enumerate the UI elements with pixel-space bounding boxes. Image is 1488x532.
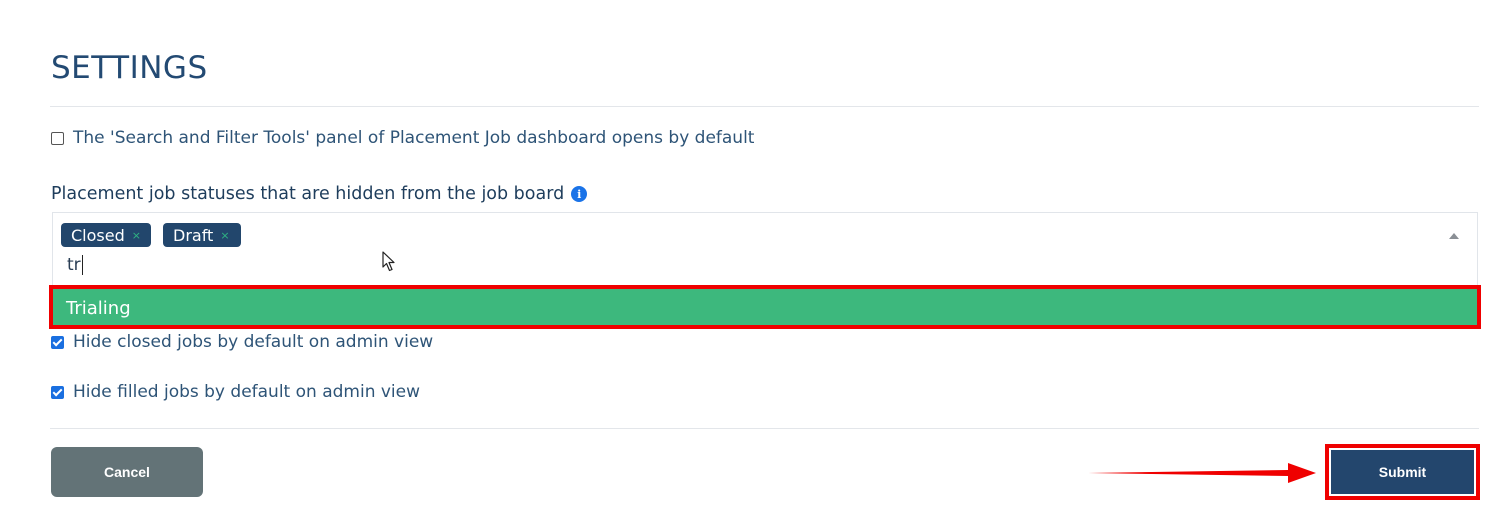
submit-button[interactable]: Submit <box>1331 450 1474 494</box>
hide-closed-checkbox[interactable] <box>51 335 64 349</box>
multiselect-search-input[interactable]: tr <box>67 255 83 275</box>
hide-filled-label: Hide filled jobs by default on admin vie… <box>73 382 421 402</box>
dropdown-option-label: Trialing <box>66 298 131 319</box>
dropdown-option-trialing[interactable]: Trialing <box>49 285 1481 329</box>
search-panel-default-checkbox[interactable] <box>51 131 64 145</box>
hidden-statuses-field: Placement job statuses that are hidden f… <box>51 184 588 204</box>
search-panel-default-option[interactable]: The 'Search and Filter Tools' panel of P… <box>51 128 754 148</box>
text-caret <box>81 255 83 275</box>
status-chip-draft: Draft × <box>163 223 241 247</box>
page-title: SETTINGS <box>51 50 208 86</box>
hidden-statuses-label: Placement job statuses that are hidden f… <box>51 184 565 204</box>
search-input-value: tr <box>67 255 81 275</box>
chevron-up-icon[interactable] <box>1449 233 1459 239</box>
mouse-pointer-icon <box>382 251 395 272</box>
hide-filled-checkbox[interactable] <box>51 385 64 399</box>
status-chip-closed: Closed × <box>61 223 151 247</box>
divider-top <box>50 106 1479 107</box>
status-chip-label: Closed <box>71 225 125 245</box>
hide-closed-option[interactable]: Hide closed jobs by default on admin vie… <box>51 332 433 352</box>
info-icon[interactable]: i <box>571 186 588 202</box>
close-icon[interactable]: × <box>220 229 229 242</box>
cancel-button[interactable]: Cancel <box>51 447 203 497</box>
hidden-statuses-multiselect[interactable]: Closed × Draft × tr <box>52 212 1478 288</box>
search-panel-default-label: The 'Search and Filter Tools' panel of P… <box>73 128 755 148</box>
close-icon[interactable]: × <box>132 229 141 242</box>
annotation-arrow-icon <box>1088 463 1316 483</box>
hide-filled-option[interactable]: Hide filled jobs by default on admin vie… <box>51 382 420 402</box>
divider-bottom <box>50 428 1479 429</box>
status-chip-label: Draft <box>173 225 214 245</box>
hide-closed-label: Hide closed jobs by default on admin vie… <box>73 332 434 352</box>
